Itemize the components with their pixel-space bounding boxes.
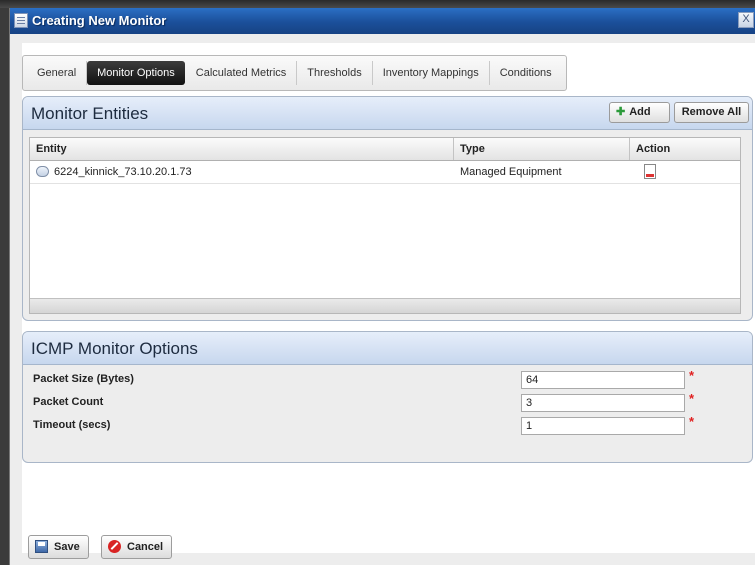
icmp-options-header: ICMP Monitor Options: [23, 332, 752, 365]
icmp-options-panel: ICMP Monitor Options Packet Size (Bytes)…: [22, 331, 753, 463]
save-button[interactable]: Save: [28, 535, 89, 559]
monitor-dialog: Creating New Monitor X General Monitor O…: [9, 8, 755, 565]
tab-bar: General Monitor Options Calculated Metri…: [22, 55, 567, 91]
remove-all-button[interactable]: Remove All: [674, 102, 749, 123]
dialog-title: Creating New Monitor: [32, 13, 167, 28]
tab-conditions[interactable]: Conditions: [490, 61, 562, 85]
required-marker: *: [689, 414, 695, 429]
save-icon: [35, 540, 48, 553]
tab-monitor-options[interactable]: Monitor Options: [87, 61, 185, 85]
table-scrollbar[interactable]: [30, 298, 740, 313]
tab-calculated-metrics[interactable]: Calculated Metrics: [186, 61, 298, 85]
add-button[interactable]: ✚ Add: [609, 102, 670, 123]
tab-inventory-mappings[interactable]: Inventory Mappings: [373, 61, 490, 85]
cancel-label: Cancel: [127, 541, 164, 553]
entities-table-header: Entity Type Action: [30, 138, 740, 161]
column-type[interactable]: Type: [454, 138, 630, 160]
tab-general[interactable]: General: [27, 61, 88, 85]
packet-count-label: Packet Count: [33, 396, 104, 408]
timeout-input[interactable]: [521, 417, 685, 435]
cancel-button[interactable]: Cancel: [101, 535, 173, 559]
cancel-icon: [108, 540, 121, 553]
action-cell: [630, 161, 740, 183]
packet-size-label: Packet Size (Bytes): [33, 373, 134, 385]
required-marker: *: [689, 368, 695, 383]
background-window-strip: [0, 0, 755, 8]
type-cell: Managed Equipment: [460, 166, 562, 178]
column-entity[interactable]: Entity: [30, 138, 454, 160]
packet-count-input[interactable]: [521, 394, 685, 412]
entity-name: 6224_kinnick_73.10.20.1.73: [54, 166, 192, 178]
plus-icon: ✚: [616, 106, 626, 118]
close-button[interactable]: X: [738, 12, 754, 28]
entity-cell: 6224_kinnick_73.10.20.1.73: [30, 161, 454, 183]
timeout-label: Timeout (secs): [33, 419, 111, 431]
required-marker: *: [689, 391, 695, 406]
packet-size-input[interactable]: [521, 371, 685, 389]
monitor-entities-title: Monitor Entities: [31, 104, 149, 123]
table-row[interactable]: 6224_kinnick_73.10.20.1.73 Managed Equip…: [30, 161, 740, 184]
document-icon: [14, 13, 28, 28]
delete-doc-icon[interactable]: [644, 164, 656, 179]
title-bar[interactable]: Creating New Monitor X: [10, 8, 755, 34]
equipment-icon: [36, 166, 49, 177]
save-label: Save: [54, 541, 80, 553]
icmp-options-title: ICMP Monitor Options: [31, 339, 198, 358]
entities-table: Entity Type Action 6224_kinnick_73.10.20…: [29, 137, 741, 314]
monitor-entities-panel: Monitor Entities ✚ Add Remove All Entity …: [22, 96, 753, 321]
monitor-entities-header: Monitor Entities ✚ Add Remove All: [23, 97, 752, 130]
tab-thresholds[interactable]: Thresholds: [297, 61, 373, 85]
add-label: Add: [629, 106, 651, 118]
column-action[interactable]: Action: [630, 138, 740, 160]
